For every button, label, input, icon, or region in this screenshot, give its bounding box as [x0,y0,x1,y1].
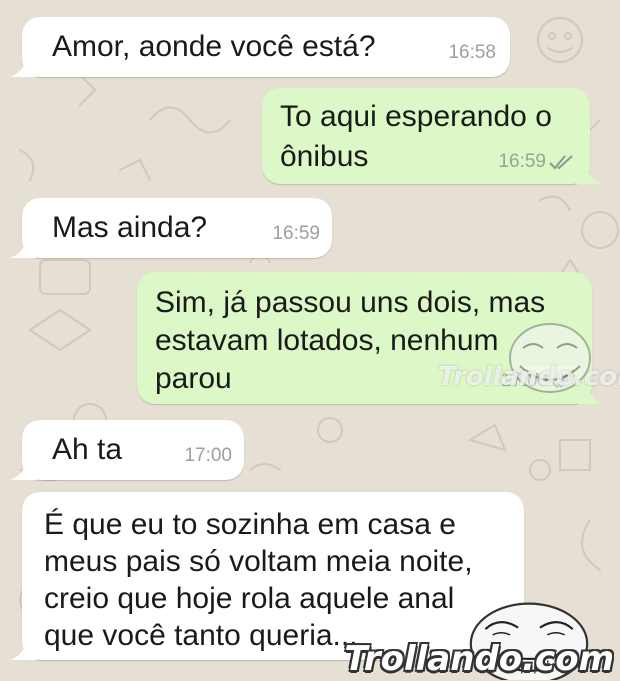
message-bubble-incoming[interactable]: Ah ta 17:00 [10,420,244,480]
message-text: Mas ainda? [52,211,208,244]
bubble-tail [576,162,602,184]
message-text-line: ônibus [280,140,369,173]
message-text-line: É que eu to sozinha em casa e [44,508,456,541]
message-bubble-outgoing[interactable]: To aqui esperando o ônibus 16:59 [262,88,602,184]
message-time: 17:00 [184,445,232,466]
message-text-line: estavam lotados, nenhum [155,324,499,357]
message-text: Amor, aonde você está? [52,30,376,63]
message-text-line: To aqui esperando o [280,100,552,133]
watermark-faint: Trollando.com [438,362,620,392]
message-bubble-incoming[interactable]: Amor, aonde você está? 16:58 [10,17,510,77]
double-check-icon [549,155,573,170]
message-bubble-incoming[interactable]: Mas ainda? 16:59 [10,198,332,258]
message-text-line: creio que hoje rola aquele anal [44,582,455,615]
message-time: 16:59 [272,223,320,244]
bubble-tail [10,638,36,660]
bubble-tail [10,458,36,480]
message-text: Ah ta [52,433,123,466]
message-time: 16:58 [448,42,496,63]
message-text-line: meus pais só voltam meia noite, [44,545,473,578]
bubble-tail [10,55,36,77]
message-text-line: que você tanto queria... [44,619,358,652]
watermark-main: Trollando.com [344,639,614,679]
message-text-line: Sim, já passou uns dois, mas [155,286,546,319]
message-text-line: parou [155,362,232,395]
message-time: 16:59 [498,151,546,172]
bubble-tail [10,236,36,258]
